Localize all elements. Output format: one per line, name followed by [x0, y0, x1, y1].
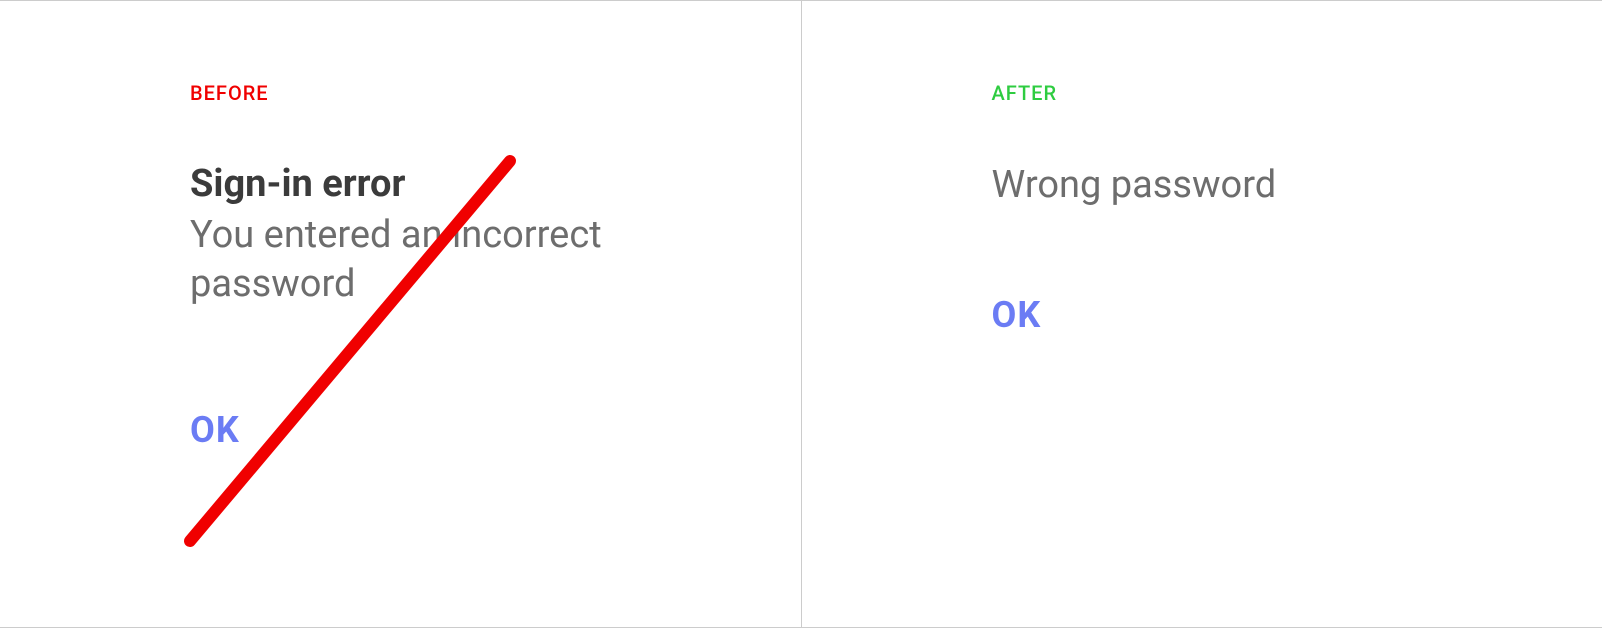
before-dialog-title: Sign-in error: [190, 161, 801, 209]
before-label: BEFORE: [190, 81, 801, 105]
before-ok-button[interactable]: OK: [190, 409, 240, 451]
after-panel: AFTER Wrong password OK: [802, 1, 1602, 627]
before-panel: BEFORE Sign-in error You entered an inco…: [0, 1, 802, 627]
after-dialog-title: Wrong password: [992, 161, 1412, 210]
comparison-container: BEFORE Sign-in error You entered an inco…: [0, 0, 1602, 628]
after-label: AFTER: [992, 81, 1602, 105]
before-dialog-body: You entered an incorrect password: [190, 211, 610, 310]
after-ok-button[interactable]: OK: [992, 294, 1042, 336]
